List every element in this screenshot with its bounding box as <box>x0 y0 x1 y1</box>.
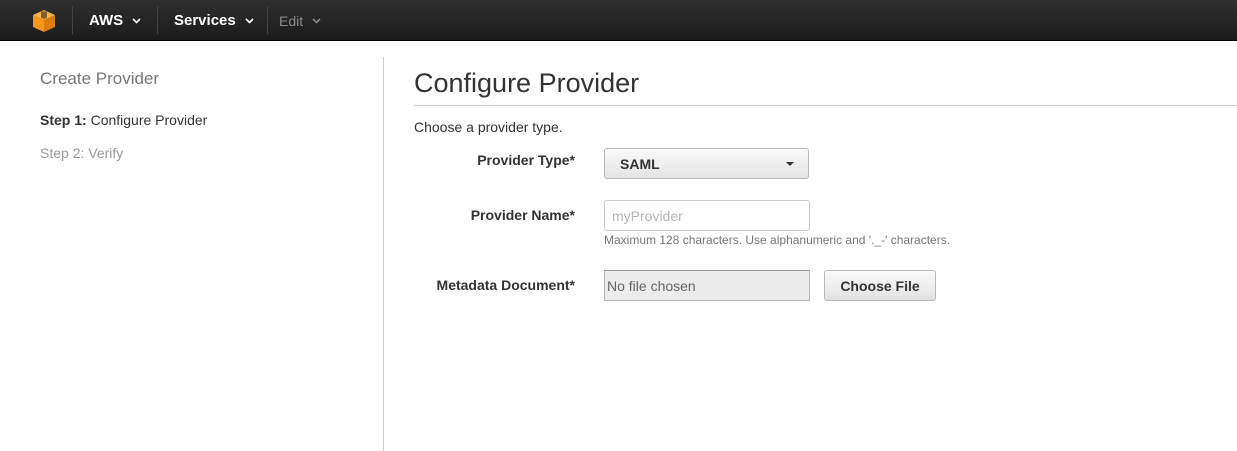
wizard-step-1[interactable]: Step 1: Configure Provider <box>40 112 207 128</box>
wizard-step-2: Step 2: Verify <box>40 145 124 161</box>
chevron-down-icon <box>132 17 141 24</box>
metadata-document-label: Metadata Document* <box>436 277 575 293</box>
file-status-text: No file chosen <box>607 277 696 294</box>
step-1-label: Configure Provider <box>90 112 208 128</box>
provider-type-value: SAML <box>620 155 660 172</box>
chevron-down-icon <box>312 17 321 24</box>
services-menu-label: Services <box>174 12 236 29</box>
provider-type-label: Provider Type* <box>477 152 575 168</box>
provider-name-label: Provider Name* <box>470 207 575 223</box>
aws-cube-icon[interactable] <box>32 9 56 33</box>
nav-divider <box>157 6 158 34</box>
nav-divider <box>267 6 268 34</box>
top-nav-bar: AWS Services Edit <box>0 0 1237 41</box>
wizard-title: Create Provider <box>40 69 160 88</box>
choose-file-button[interactable]: Choose File <box>824 270 936 301</box>
caret-down-icon <box>786 162 794 166</box>
nav-divider <box>72 6 73 34</box>
metadata-file-field[interactable]: No file chosen <box>604 270 810 301</box>
aws-menu[interactable]: AWS <box>89 0 141 41</box>
step-1-prefix: Step 1: <box>40 112 87 128</box>
intro-text: Choose a provider type. <box>414 119 563 135</box>
chevron-down-icon <box>245 17 254 24</box>
edit-menu-label: Edit <box>279 12 304 29</box>
sidebar-divider <box>383 57 384 451</box>
edit-menu[interactable]: Edit <box>279 0 321 41</box>
page-title: Configure Provider <box>414 68 640 98</box>
title-divider <box>414 105 1237 106</box>
provider-name-input[interactable] <box>604 200 810 231</box>
provider-type-select[interactable]: SAML <box>604 148 809 179</box>
aws-menu-label: AWS <box>89 12 124 29</box>
services-menu[interactable]: Services <box>174 0 254 41</box>
provider-name-hint: Maximum 128 characters. Use alphanumeric… <box>604 233 951 247</box>
